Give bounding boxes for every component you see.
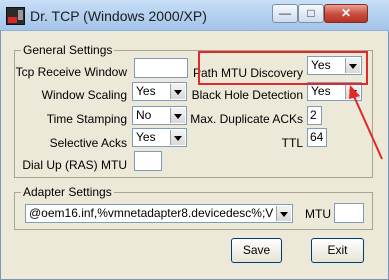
app-icon-badge bbox=[8, 17, 17, 23]
black-hole-detection-label: Black Hole Detection bbox=[191, 88, 303, 102]
time-stamping-select[interactable]: No bbox=[132, 106, 187, 125]
ttl-field[interactable]: 64 bbox=[307, 128, 327, 147]
adapter-value: @oem16.inf,%vmnetadapter8.devicedesc%;VM… bbox=[29, 206, 274, 220]
general-settings-label: General Settings bbox=[21, 43, 115, 57]
max-duplicate-acks-label: Max. Duplicate ACKs bbox=[190, 112, 303, 126]
minimize-button[interactable]: — bbox=[272, 4, 298, 23]
dial-up-mtu-field[interactable] bbox=[134, 151, 162, 171]
selective-acks-label: Selective Acks bbox=[49, 136, 127, 150]
app-icon bbox=[6, 7, 25, 25]
chevron-down-icon[interactable] bbox=[276, 206, 291, 221]
window-title: Dr. TCP (Windows 2000/XP) bbox=[30, 8, 207, 24]
exit-button[interactable]: Exit bbox=[311, 238, 364, 263]
window-scaling-value: Yes bbox=[136, 84, 156, 98]
annotation-arrow bbox=[349, 85, 383, 160]
close-button[interactable]: ✕ bbox=[324, 4, 368, 23]
adapter-select[interactable]: @oem16.inf,%vmnetadapter8.devicedesc%;VM… bbox=[25, 204, 293, 223]
tcp-receive-window-label: Tcp Receive Window bbox=[15, 65, 127, 79]
dr-tcp-window: Dr. TCP (Windows 2000/XP) — □ ✕ General … bbox=[0, 0, 389, 280]
mtu-field[interactable] bbox=[334, 203, 364, 223]
highlight-box bbox=[198, 51, 368, 85]
save-button[interactable]: Save bbox=[231, 238, 282, 263]
tcp-receive-window-field[interactable] bbox=[134, 58, 188, 78]
selective-acks-value: Yes bbox=[136, 130, 156, 144]
dial-up-mtu-label: Dial Up (RAS) MTU bbox=[22, 158, 127, 172]
ttl-label: TTL bbox=[281, 136, 303, 150]
window-scaling-label: Window Scaling bbox=[41, 88, 127, 102]
chevron-down-icon[interactable] bbox=[170, 84, 185, 99]
black-hole-detection-value: Yes bbox=[311, 84, 331, 98]
window-scaling-select[interactable]: Yes bbox=[132, 82, 187, 101]
maximize-button[interactable]: □ bbox=[298, 4, 324, 23]
time-stamping-value: No bbox=[136, 108, 152, 122]
selective-acks-select[interactable]: Yes bbox=[132, 128, 187, 147]
title-bar[interactable]: Dr. TCP (Windows 2000/XP) — □ ✕ bbox=[0, 0, 389, 31]
chevron-down-icon[interactable] bbox=[170, 130, 185, 145]
max-duplicate-acks-field[interactable]: 2 bbox=[307, 106, 322, 125]
time-stamping-label: Time Stamping bbox=[46, 112, 127, 126]
mtu-label: MTU bbox=[305, 207, 331, 221]
chevron-down-icon[interactable] bbox=[170, 108, 185, 123]
app-icon-bar bbox=[18, 10, 23, 20]
adapter-settings-label: Adapter Settings bbox=[21, 185, 114, 199]
